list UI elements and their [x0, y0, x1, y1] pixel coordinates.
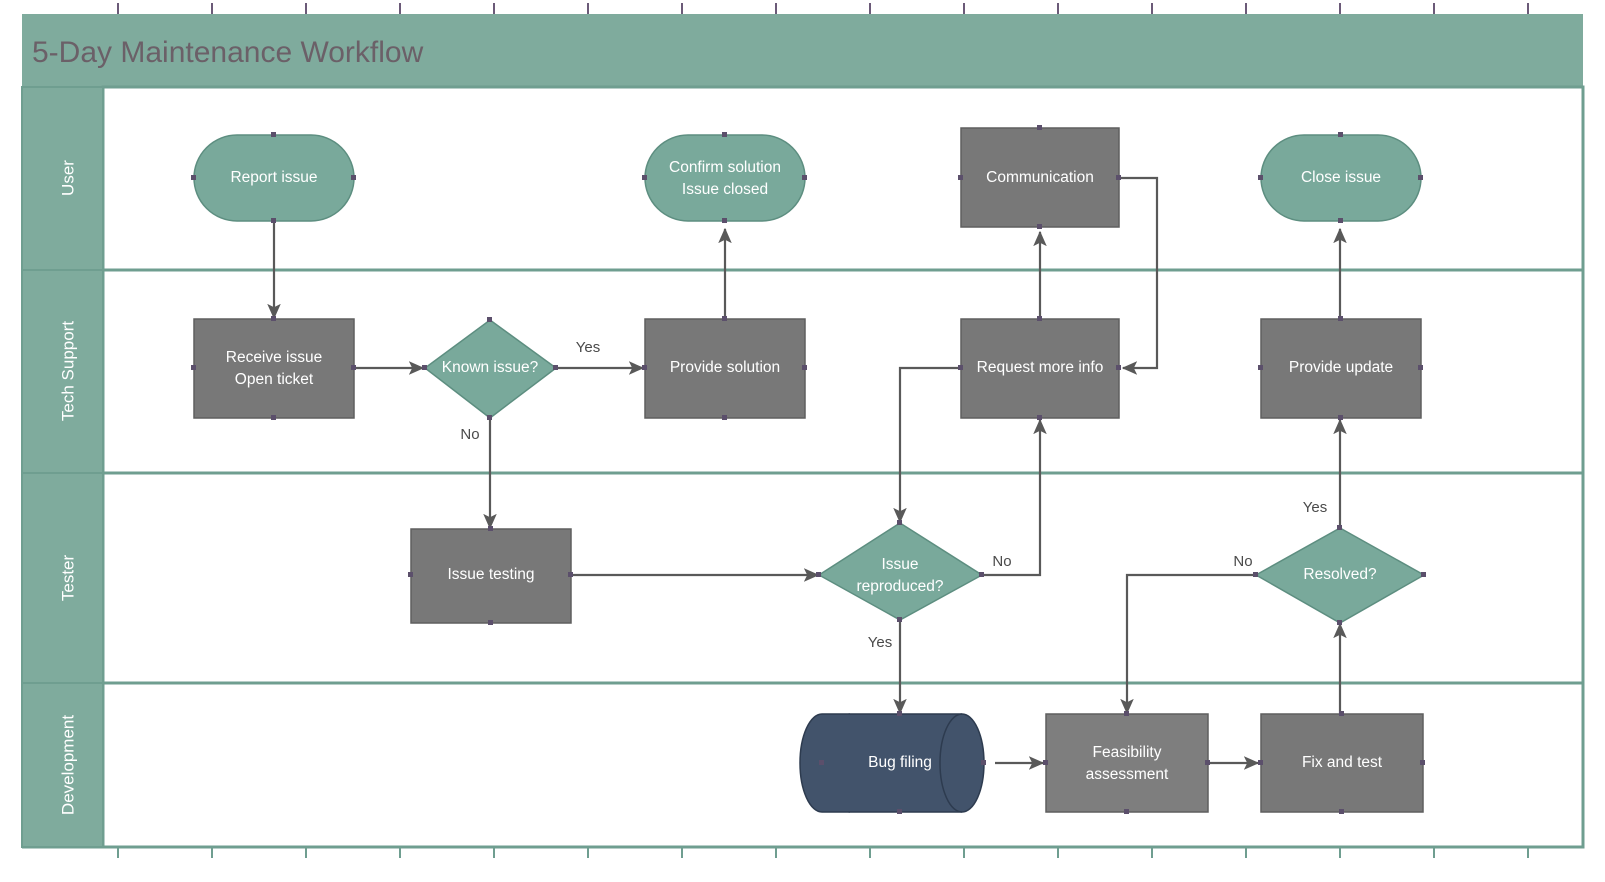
node-label-feasibility-line1: Feasibility — [1093, 744, 1162, 761]
lane-header-tech-support[interactable]: Tech Support — [21, 269, 104, 474]
edge-label-known-yes: Yes — [576, 339, 600, 356]
node-report-issue[interactable]: Report issue — [193, 134, 355, 222]
edge-label-reproduced-yes: Yes — [868, 634, 892, 651]
node-label-resolved: Resolved? — [1303, 566, 1377, 583]
node-label-bug-filing: Bug filing — [868, 754, 932, 771]
diagram-canvas: 5-Day Maintenance Workflow User Tech Sup… — [0, 0, 1605, 882]
pool-header: 5-Day Maintenance Workflow — [22, 14, 1583, 87]
edge-label-resolved-yes: Yes — [1303, 499, 1327, 516]
node-label-issue-reproduced-line1: Issue — [881, 556, 918, 573]
node-label-known-issue: Known issue? — [442, 359, 539, 376]
node-fix-and-test[interactable]: Fix and test — [1260, 713, 1424, 813]
node-label-close-issue: Close issue — [1301, 169, 1381, 186]
lane-label-tester: Tester — [58, 555, 77, 602]
lane-header-development[interactable]: Development — [21, 682, 104, 848]
node-label-fix-and-test: Fix and test — [1302, 754, 1383, 771]
node-label-report-issue: Report issue — [230, 169, 317, 186]
lane-label-development: Development — [58, 715, 77, 815]
node-feasibility-assessment[interactable]: Feasibility assessment — [1045, 713, 1209, 813]
edge-label-reproduced-no: No — [992, 553, 1011, 570]
lane-label-user: User — [58, 160, 77, 196]
node-request-more-info[interactable]: Request more info — [960, 318, 1120, 419]
node-issue-testing[interactable]: Issue testing — [410, 528, 572, 624]
node-confirm-solution[interactable]: Confirm solution Issue closed — [644, 134, 806, 222]
swimlane-flowchart: 5-Day Maintenance Workflow User Tech Sup… — [21, 3, 1585, 858]
node-label-provide-solution: Provide solution — [670, 359, 780, 376]
node-provide-update[interactable]: Provide update — [1260, 318, 1422, 419]
node-close-issue[interactable]: Close issue — [1260, 134, 1422, 222]
node-label-issue-reproduced-line2: reproduced? — [856, 578, 943, 595]
node-label-confirm-solution-line2: Issue closed — [682, 181, 768, 198]
lane-label-tech-support: Tech Support — [58, 321, 77, 421]
node-label-receive-issue-line2: Open ticket — [235, 371, 314, 388]
node-label-request-more-info: Request more info — [977, 359, 1104, 376]
lane-header-tester[interactable]: Tester — [21, 472, 104, 684]
lane-header-user[interactable]: User — [21, 86, 104, 271]
node-bug-filing[interactable]: Bug filing — [799, 713, 985, 813]
edge-label-known-no: No — [460, 426, 479, 443]
edge-label-resolved-no: No — [1233, 553, 1252, 570]
node-provide-solution[interactable]: Provide solution — [644, 318, 806, 419]
node-communication[interactable]: Communication — [960, 127, 1120, 228]
node-label-issue-testing: Issue testing — [447, 566, 534, 583]
node-label-receive-issue-line1: Receive issue — [226, 349, 323, 366]
node-label-feasibility-line2: assessment — [1086, 766, 1169, 783]
node-label-confirm-solution-line1: Confirm solution — [669, 159, 781, 176]
node-label-communication: Communication — [986, 169, 1094, 186]
node-receive-issue[interactable]: Receive issue Open ticket — [193, 318, 355, 419]
page-title: 5-Day Maintenance Workflow — [32, 36, 424, 69]
node-label-provide-update: Provide update — [1289, 359, 1393, 376]
